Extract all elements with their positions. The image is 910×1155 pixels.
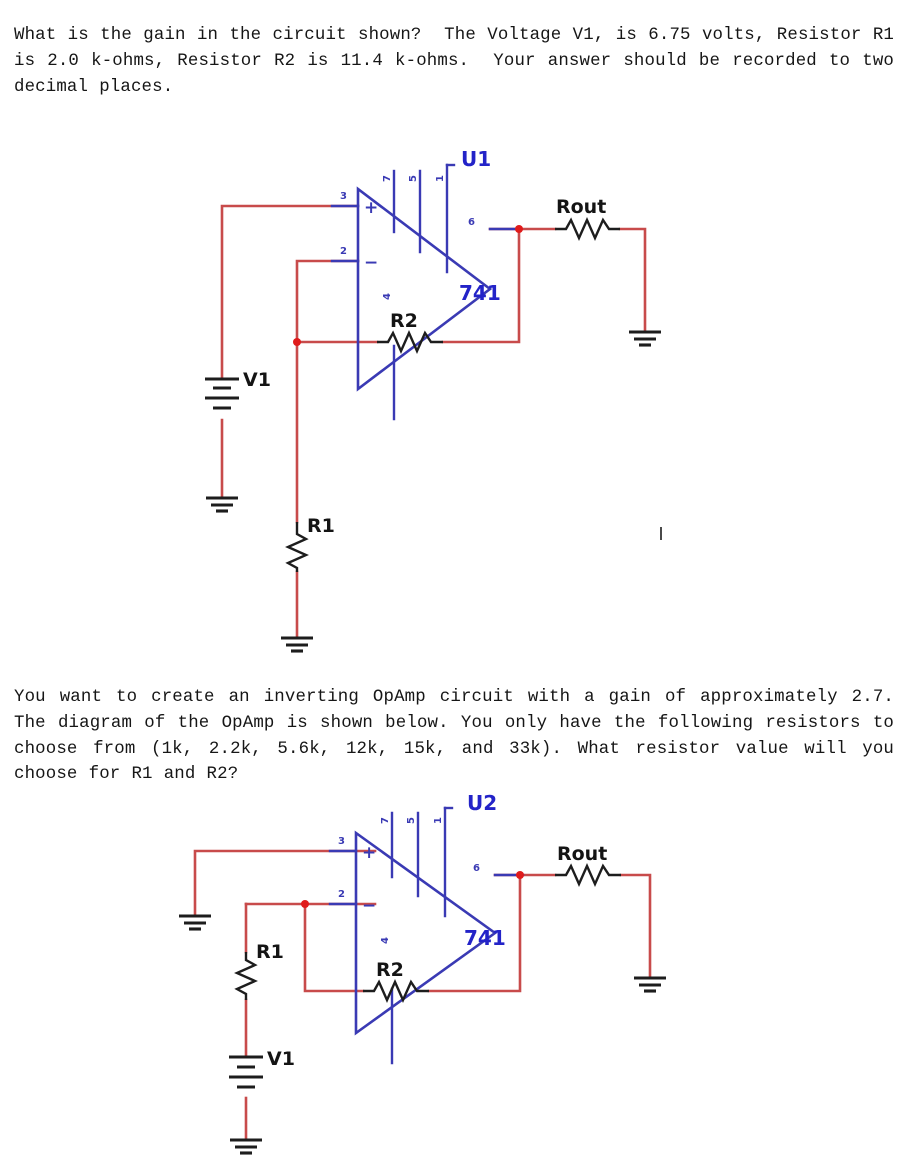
ground-symbol-rout — [634, 976, 666, 993]
pin-label-7: 7 — [380, 817, 391, 824]
resistor-rout-label: Rout — [556, 196, 606, 218]
junction-node-output — [515, 225, 523, 233]
resistor-r1 — [285, 522, 309, 572]
resistor-r2-label: R2 — [376, 959, 404, 981]
opamp-designator-label: U2 — [467, 791, 497, 815]
ground-symbol-pin3 — [179, 914, 211, 931]
circuit-diagram-1: 3 2 6 7 5 1 4 + − U1 741 V1 R1 R2 Rout — [0, 120, 910, 653]
pin-label-1: 1 — [433, 817, 444, 824]
question-2-text: You want to create an inverting OpAmp ci… — [14, 688, 894, 785]
pin-label-7: 7 — [382, 175, 393, 182]
resistor-r1-zigzag — [234, 952, 258, 1000]
ground-symbol-rout — [629, 330, 661, 347]
pin-label-4: 4 — [380, 937, 391, 944]
battery-v1 — [229, 1055, 263, 1089]
pin-label-1: 1 — [435, 175, 446, 182]
resistor-rout — [555, 217, 620, 241]
wire-rout-to-ground — [619, 873, 652, 980]
resistor-r2-zigzag — [363, 979, 429, 1003]
pin-label-6: 6 — [473, 863, 480, 874]
scan-artifact-speck — [660, 527, 662, 540]
opamp-plus-symbol: + — [362, 843, 376, 863]
circuit-diagram-2: 3 2 6 7 5 1 4 + − U2 741 R1 R2 Rout V1 — [0, 788, 885, 1155]
resistor-r1-label: R1 — [256, 941, 284, 963]
ground-symbol-v1 — [230, 1138, 262, 1155]
ground-symbol-v1 — [206, 496, 238, 513]
resistor-rout-zigzag — [555, 863, 621, 887]
wire-v1-to-pin3 — [220, 204, 360, 380]
pin-label-3: 3 — [340, 191, 347, 202]
wire-rout-to-ground — [618, 227, 647, 334]
pin-label-3: 3 — [338, 836, 345, 847]
opamp-plus-symbol: + — [364, 198, 378, 218]
pin-label-2: 2 — [338, 889, 345, 900]
wire-pin2-to-r1 — [295, 259, 360, 524]
junction-node-inverting — [301, 900, 309, 908]
resistor-rout — [555, 863, 621, 887]
page: What is the gain in the circuit shown? T… — [0, 0, 910, 1155]
resistor-r1 — [234, 952, 258, 1000]
opamp-part-label: 741 — [459, 281, 501, 305]
pin-label-2: 2 — [340, 246, 347, 257]
wire-feedback-down-to-r2 — [303, 902, 365, 993]
opamp-designator-label: U1 — [461, 147, 491, 171]
resistor-rout-zigzag — [555, 217, 620, 241]
wire-ground-to-pin3 — [193, 849, 377, 918]
question-1-text: What is the gain in the circuit shown? T… — [14, 26, 906, 97]
resistor-r2 — [363, 979, 429, 1003]
pin-label-5: 5 — [406, 817, 417, 824]
battery-v1-label: V1 — [243, 369, 271, 391]
junction-node-inverting — [293, 338, 301, 346]
ground-symbol-r1 — [281, 636, 313, 653]
opamp-minus-symbol: − — [362, 896, 376, 916]
resistor-r1-zigzag — [285, 522, 309, 572]
resistor-r2-label: R2 — [390, 310, 418, 332]
pin-label-6: 6 — [468, 217, 475, 228]
resistor-r1-label: R1 — [307, 515, 335, 537]
opamp-part-label: 741 — [464, 926, 506, 950]
pin-label-4: 4 — [382, 293, 393, 300]
junction-node-output — [516, 871, 524, 879]
battery-v1-label: V1 — [267, 1048, 295, 1070]
resistor-rout-label: Rout — [557, 843, 607, 865]
battery-v1 — [205, 377, 239, 410]
opamp-pin-numbers: 3 2 6 7 5 1 4 — [340, 175, 475, 300]
pin-label-5: 5 — [408, 175, 419, 182]
circuit-2-svg: 3 2 6 7 5 1 4 + − U2 741 R1 R2 Rout V1 — [179, 791, 666, 1155]
opamp-minus-symbol: − — [364, 253, 378, 273]
circuit-1-svg: 3 2 6 7 5 1 4 + − U1 741 V1 R1 R2 Rout — [205, 147, 661, 653]
